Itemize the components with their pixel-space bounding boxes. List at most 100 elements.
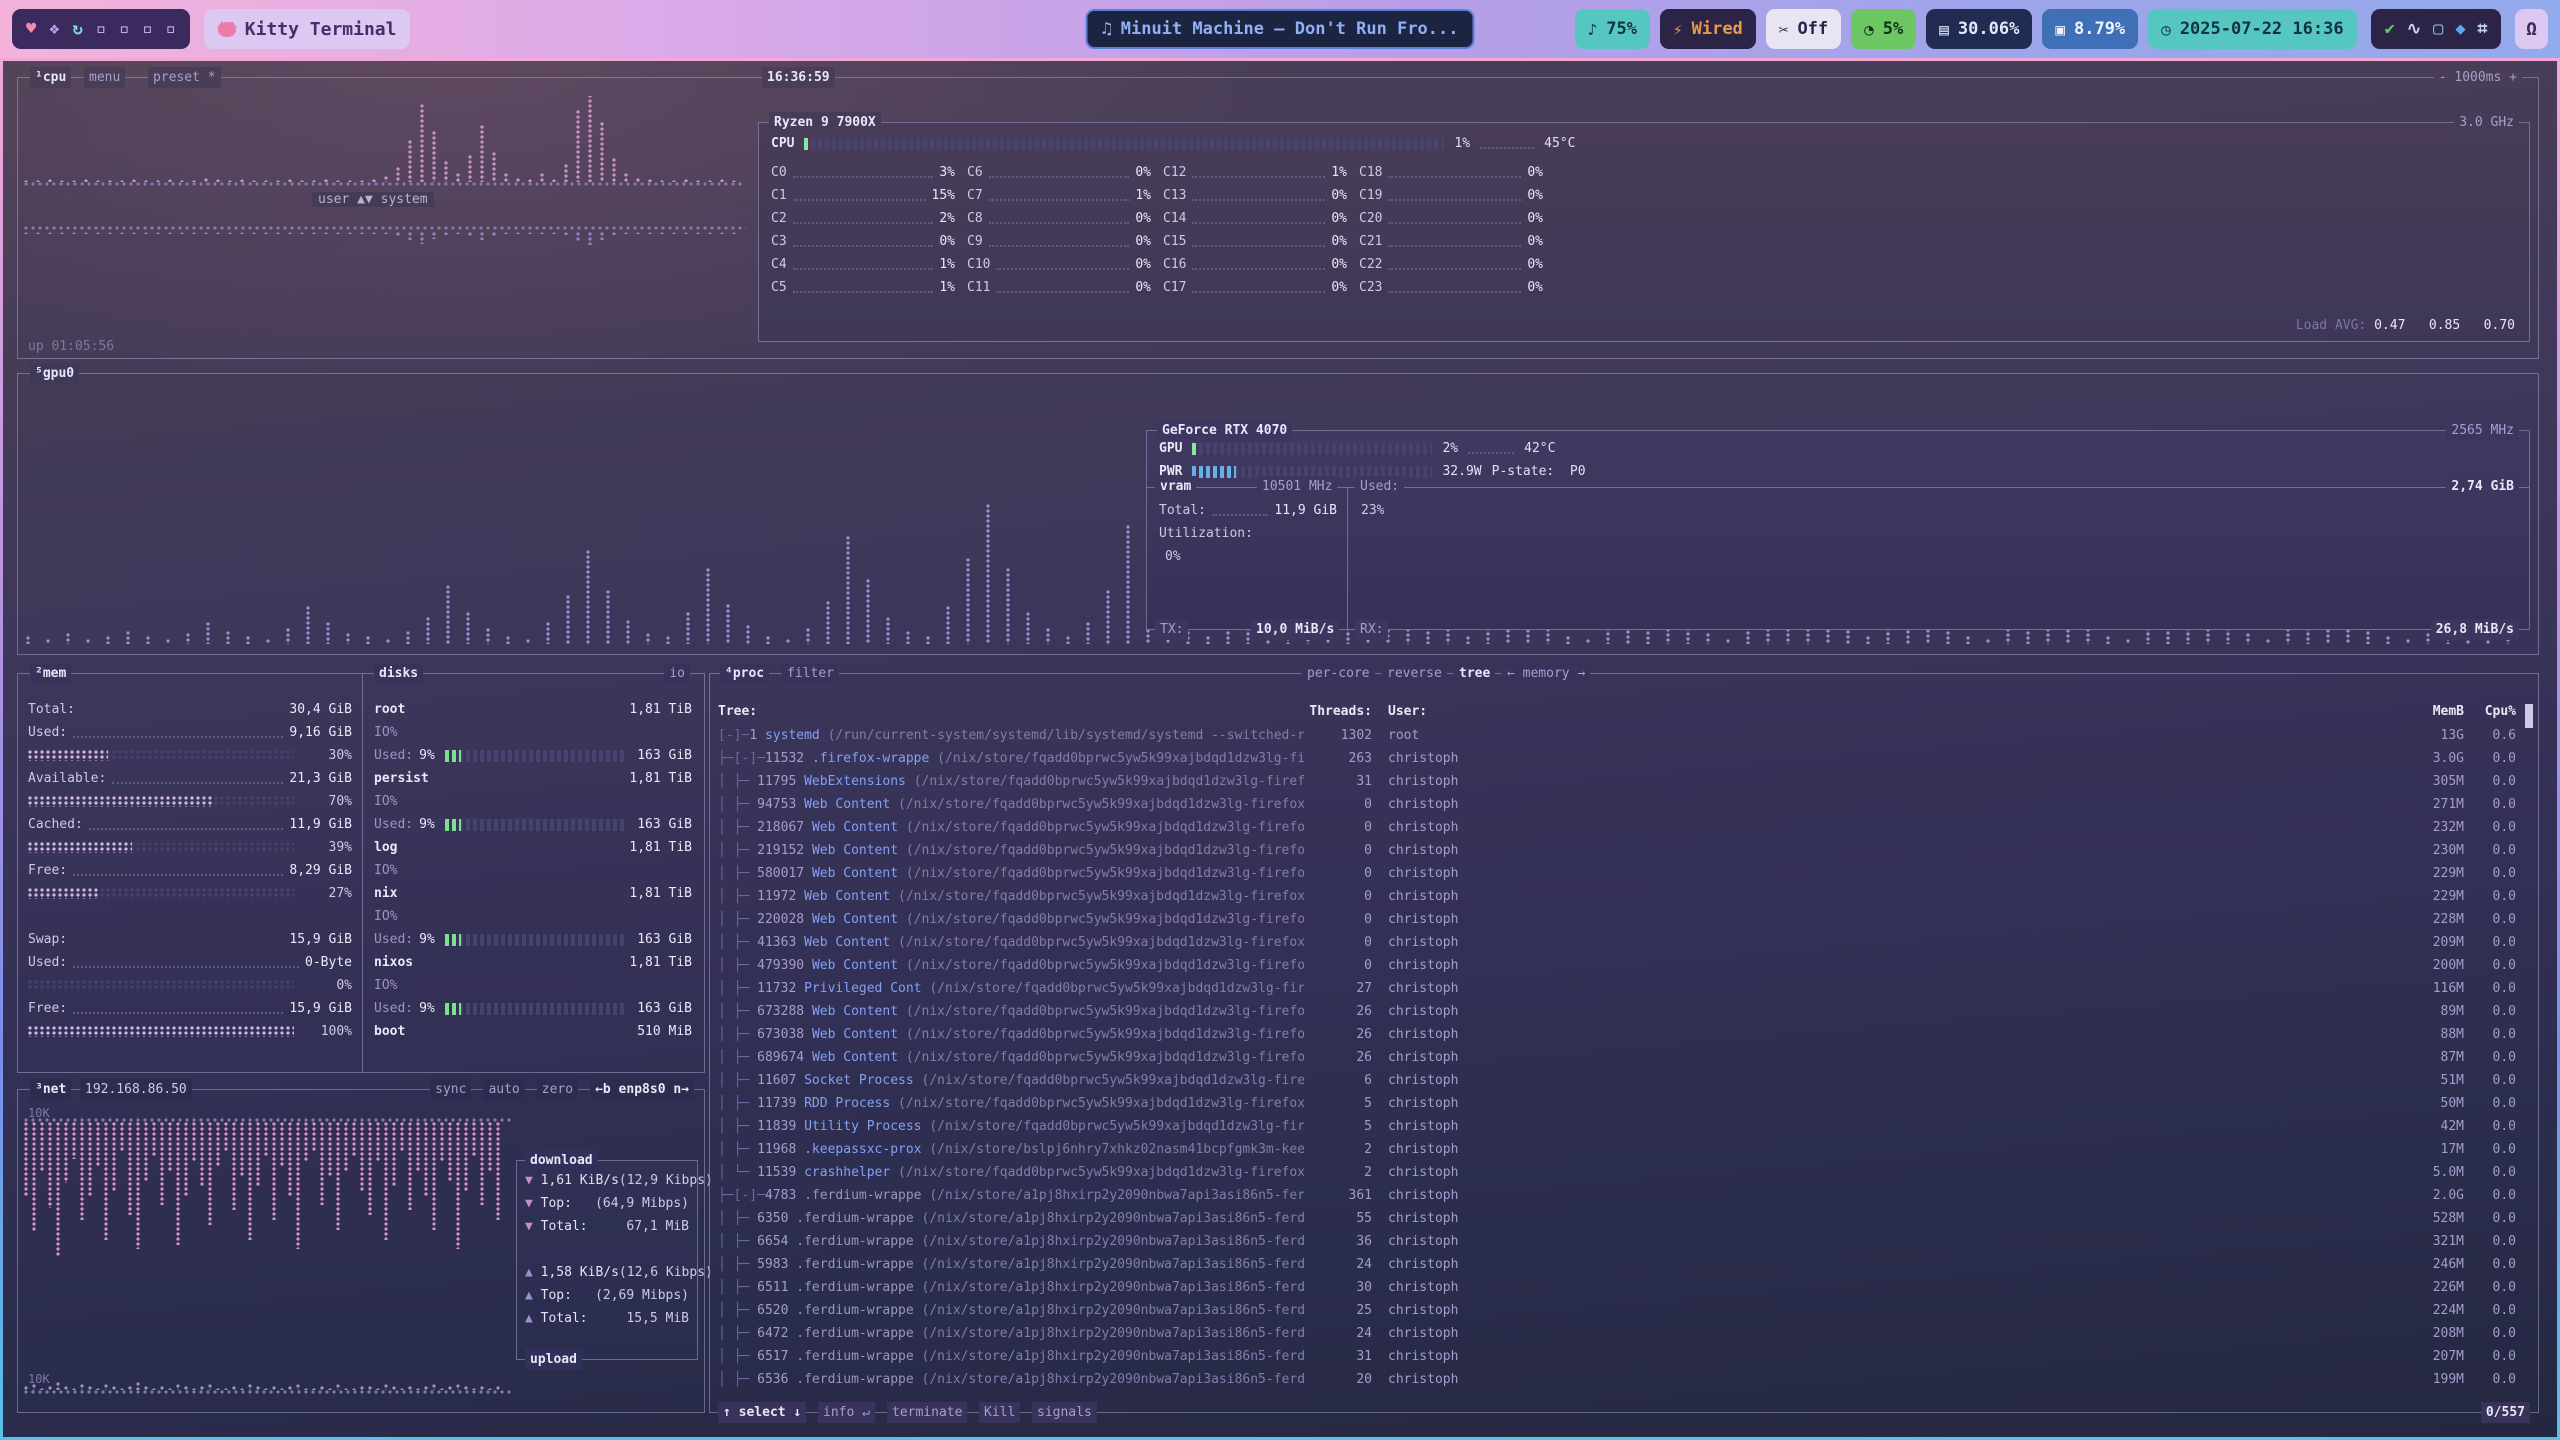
idle-inhibitor-module[interactable]: ✂Off bbox=[1766, 9, 1841, 49]
graph-column bbox=[144, 1386, 149, 1390]
filter-button[interactable]: filter bbox=[782, 663, 839, 684]
mem-stat-value: 15,9 GiB bbox=[289, 932, 352, 947]
process-row[interactable]: │ ├─ 6520 .ferdium-wrappe (/nix/store/a1… bbox=[718, 1299, 2530, 1322]
gpu-pstate: P-state: P0 bbox=[1492, 464, 1586, 479]
workspace-icon[interactable]: ▫ bbox=[142, 19, 152, 39]
kill-control[interactable]: Kill bbox=[979, 1402, 1020, 1423]
graph-column bbox=[192, 232, 197, 234]
disk-io-row: IO% bbox=[374, 721, 692, 744]
process-row[interactable]: │ ├─ 219152 Web Content (/nix/store/fqad… bbox=[718, 839, 2530, 862]
workspace-icon[interactable]: ▫ bbox=[119, 19, 129, 39]
sort-column-selector[interactable]: ← memory → bbox=[1502, 663, 1590, 684]
bell-chip[interactable]: Ω bbox=[2515, 9, 2548, 49]
mem-stat-label: Free: bbox=[28, 863, 67, 878]
core-leader bbox=[793, 213, 934, 224]
tab-mem[interactable]: ²mem bbox=[30, 663, 71, 684]
process-row[interactable]: │ ├─ 673038 Web Content (/nix/store/fqad… bbox=[718, 1023, 2530, 1046]
disk-usage-module[interactable]: ▣8.79% bbox=[2042, 9, 2138, 49]
preset-button[interactable]: preset * bbox=[148, 67, 221, 88]
graph-column bbox=[160, 1122, 165, 1205]
tab-proc[interactable]: ⁴proc bbox=[720, 663, 769, 684]
clock-module[interactable]: ◷2025-07-22 16:36 bbox=[2148, 9, 2356, 49]
memory-usage-module[interactable]: ▤30.06% bbox=[1926, 9, 2032, 49]
cpu-user-baseline bbox=[24, 182, 746, 186]
refresh-icon[interactable]: ↻ bbox=[73, 19, 83, 39]
process-row[interactable]: │ ├─ 6536 .ferdium-wrappe (/nix/store/a1… bbox=[718, 1368, 2530, 1391]
process-row[interactable]: │ ├─ 11839 Utility Process (/nix/store/f… bbox=[718, 1115, 2530, 1138]
process-row[interactable]: │ ├─ 218067 Web Content (/nix/store/fqad… bbox=[718, 816, 2530, 839]
process-row[interactable]: │ ├─ 479390 Web Content (/nix/store/fqad… bbox=[718, 954, 2530, 977]
process-scrollbar[interactable] bbox=[2525, 704, 2533, 728]
wave-icon[interactable]: ∿ bbox=[2407, 19, 2421, 39]
tab-net[interactable]: ³net bbox=[30, 1079, 71, 1100]
process-row[interactable]: ├─[-]─4783 .ferdium-wrappe (/nix/store/a… bbox=[718, 1184, 2530, 1207]
sync-toggle[interactable]: sync bbox=[430, 1079, 471, 1100]
graph-column bbox=[2386, 636, 2391, 644]
process-row[interactable]: │ ├─ 11732 Privileged Cont (/nix/store/f… bbox=[718, 977, 2530, 1000]
workspaces-chip[interactable]: ♥ ❖ ↻ ▫ ▫ ▫ ▫ bbox=[12, 9, 190, 49]
window-title-chip[interactable]: Kitty Terminal bbox=[204, 9, 411, 49]
graph-column bbox=[926, 636, 931, 644]
process-user: christoph bbox=[1372, 1207, 1500, 1230]
terminate-control[interactable]: terminate bbox=[887, 1402, 967, 1423]
graph-column bbox=[2126, 639, 2131, 644]
process-row[interactable]: │ ├─ 6472 .ferdium-wrappe (/nix/store/a1… bbox=[718, 1322, 2530, 1345]
graph-column bbox=[152, 1388, 157, 1390]
process-command: (/nix/store/fqadd0bprwc5yw5k99xajbdqd1dz… bbox=[906, 866, 1304, 881]
process-row[interactable]: │ ├─ 11795 WebExtensions (/nix/store/fqa… bbox=[718, 770, 2530, 793]
process-row[interactable]: │ ├─ 11739 RDD Process (/nix/store/fqadd… bbox=[718, 1092, 2530, 1115]
workspace-icon[interactable]: ▫ bbox=[166, 19, 176, 39]
process-memory: 528M bbox=[2394, 1207, 2464, 1230]
graph-column bbox=[366, 636, 371, 644]
core-value: 15% bbox=[932, 188, 955, 203]
keyboard-icon[interactable]: ⌗ bbox=[2478, 19, 2488, 39]
zero-toggle[interactable]: zero bbox=[537, 1079, 578, 1100]
graph-column bbox=[456, 232, 461, 234]
volume-module[interactable]: ♪75% bbox=[1575, 9, 1650, 49]
interface-selector[interactable]: ←b enp8s0 n→ bbox=[590, 1079, 694, 1100]
info-control[interactable]: info ↵ bbox=[818, 1402, 875, 1423]
music-player-chip[interactable]: ♫ Minuit Machine – Don't Run Fro... bbox=[1085, 9, 1474, 49]
signals-control[interactable]: signals bbox=[1032, 1402, 1097, 1423]
cpu-usage-module[interactable]: ◔5% bbox=[1851, 9, 1916, 49]
process-row[interactable]: │ ├─ 6350 .ferdium-wrappe (/nix/store/a1… bbox=[718, 1207, 2530, 1230]
reverse-toggle[interactable]: reverse bbox=[1382, 663, 1447, 684]
network-module[interactable]: ⚡Wired bbox=[1660, 9, 1756, 49]
process-row[interactable]: │ ├─ 5983 .ferdium-wrappe (/nix/store/a1… bbox=[718, 1253, 2530, 1276]
io-toggle[interactable]: io bbox=[664, 663, 690, 684]
check-icon[interactable]: ✔ bbox=[2385, 19, 2395, 39]
disk-size: 1,81 TiB bbox=[629, 840, 692, 855]
process-row[interactable]: │ ├─ 580017 Web Content (/nix/store/fqad… bbox=[718, 862, 2530, 885]
process-row[interactable]: │ ├─ 689674 Web Content (/nix/store/fqad… bbox=[718, 1046, 2530, 1069]
process-row[interactable]: │ ├─ 6517 .ferdium-wrappe (/nix/store/a1… bbox=[718, 1345, 2530, 1368]
auto-toggle[interactable]: auto bbox=[483, 1079, 524, 1100]
graph-column bbox=[226, 631, 231, 645]
system-tray[interactable]: ✔ ∿ ▢ ◆ ⌗ bbox=[2371, 9, 2502, 49]
process-row[interactable]: │ ├─ 41363 Web Content (/nix/store/fqadd… bbox=[718, 931, 2530, 954]
tab-cpu[interactable]: ¹cpu bbox=[30, 67, 71, 88]
process-row[interactable]: [-]─1 systemd (/run/current-system/syste… bbox=[718, 724, 2530, 747]
per-core-toggle[interactable]: per-core bbox=[1302, 663, 1375, 684]
process-row[interactable]: ├─[-]─11532 .firefox-wrappe (/nix/store/… bbox=[718, 747, 2530, 770]
process-row[interactable]: │ └─ 11539 crashhelper (/nix/store/fqadd… bbox=[718, 1161, 2530, 1184]
process-row[interactable]: │ ├─ 11968 .keepassxc-prox (/nix/store/b… bbox=[718, 1138, 2530, 1161]
nix-icon[interactable]: ❖ bbox=[49, 19, 59, 39]
tab-disks[interactable]: disks bbox=[374, 663, 423, 684]
menu-button[interactable]: menu bbox=[84, 67, 125, 88]
process-row[interactable]: │ ├─ 11972 Web Content (/nix/store/fqadd… bbox=[718, 885, 2530, 908]
tree-toggle[interactable]: tree bbox=[1454, 663, 1495, 684]
window-icon[interactable]: ▢ bbox=[2433, 19, 2443, 39]
bluetooth-icon[interactable]: ◆ bbox=[2455, 19, 2465, 39]
process-row[interactable]: │ ├─ 6511 .ferdium-wrappe (/nix/store/a1… bbox=[718, 1276, 2530, 1299]
process-row[interactable]: │ ├─ 220028 Web Content (/nix/store/fqad… bbox=[718, 908, 2530, 931]
process-row[interactable]: │ ├─ 94753 Web Content (/nix/store/fqadd… bbox=[718, 793, 2530, 816]
workspace-icon[interactable]: ▫ bbox=[96, 19, 106, 39]
process-row[interactable]: │ ├─ 6654 .ferdium-wrappe (/nix/store/a1… bbox=[718, 1230, 2530, 1253]
tab-gpu[interactable]: ⁵gpu0 bbox=[30, 363, 79, 384]
graph-column bbox=[246, 636, 251, 644]
process-row[interactable]: │ ├─ 11607 Socket Process (/nix/store/fq… bbox=[718, 1069, 2530, 1092]
select-control[interactable]: ↑ select ↓ bbox=[718, 1402, 806, 1423]
update-interval-control[interactable]: - 1000ms + bbox=[2434, 67, 2522, 88]
process-row[interactable]: │ ├─ 673288 Web Content (/nix/store/fqad… bbox=[718, 1000, 2530, 1023]
heart-icon[interactable]: ♥ bbox=[26, 19, 36, 39]
